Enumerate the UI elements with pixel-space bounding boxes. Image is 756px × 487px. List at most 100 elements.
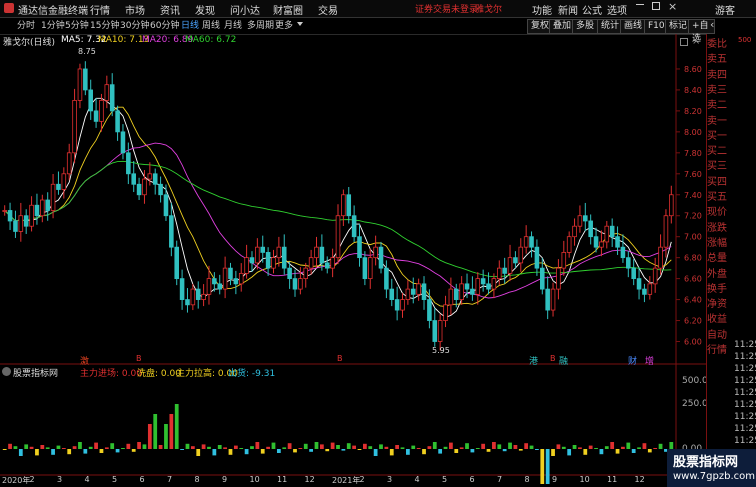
candle xyxy=(303,262,309,288)
indicator-bar xyxy=(56,445,61,449)
panel-close-icon[interactable]: × xyxy=(692,36,700,47)
quote-label: 买五 xyxy=(707,192,727,203)
date-tick-label: 5 xyxy=(112,475,118,484)
indicator-bar xyxy=(481,443,486,449)
indicator-bar xyxy=(637,447,641,449)
price-axis-labels: 8.60 8.40 8.20 8.00 7.80 7.60 7.40 7.20 7.00 6.80… xyxy=(684,65,702,347)
account-name: 雅戈尔 xyxy=(475,5,503,15)
menu-ask[interactable]: 问小达 xyxy=(230,2,260,17)
candle xyxy=(40,194,45,223)
low-price-mark: 5.95 xyxy=(432,346,450,355)
date-tick-label: 4 xyxy=(84,475,90,484)
event-mark[interactable]: B xyxy=(337,354,343,363)
indicator-bar xyxy=(502,449,507,452)
indicator-bar xyxy=(137,442,141,449)
menu-discover[interactable]: 发现 xyxy=(195,2,215,17)
indicator-bar xyxy=(8,443,12,449)
menu-market-quotes[interactable]: 行情 xyxy=(90,2,110,17)
close-icon[interactable]: × xyxy=(668,0,677,13)
candle xyxy=(556,259,561,300)
indicator-bar xyxy=(443,446,448,449)
indicator-axis-label: 500.0 xyxy=(682,376,708,386)
event-mark[interactable]: 融 xyxy=(559,354,568,367)
indicator-bar xyxy=(147,424,152,449)
candle xyxy=(281,234,287,275)
trade-time: 11:25 xyxy=(734,424,756,434)
indicator-bar xyxy=(330,442,335,449)
period-tab-weekly[interactable]: 周线 xyxy=(199,19,223,33)
period-tab-monthly[interactable]: 月线 xyxy=(221,19,245,33)
date-tick-label: 7 xyxy=(167,475,173,484)
login-notice[interactable]: 证券交易未登录 xyxy=(415,2,478,15)
indicator-bar xyxy=(352,445,357,449)
watermark-url: www.7gpzb.com xyxy=(673,471,755,482)
indicator-bar xyxy=(588,445,593,449)
draw-line-button[interactable]: 画线 xyxy=(620,19,647,34)
candle xyxy=(169,202,174,257)
period-tab-more[interactable]: 更多 xyxy=(272,19,296,33)
price-chart[interactable]: 8.60 8.40 8.20 8.00 7.80 7.60 7.40 7.20 7.00 6.80… xyxy=(0,34,706,487)
indicator-bar xyxy=(212,449,217,456)
indicator-bar xyxy=(432,442,437,449)
chevron-down-icon[interactable] xyxy=(297,22,303,26)
date-tick-label: 8 xyxy=(194,475,200,484)
indicator-bar xyxy=(653,448,658,449)
event-mark[interactable]: 港 xyxy=(529,354,538,367)
date-tick-label: 6 xyxy=(469,475,475,484)
quote-label: 买三 xyxy=(707,161,727,173)
back-arrow-icon[interactable]: ‹ xyxy=(710,18,714,31)
menu-news-tool[interactable]: 新闻 xyxy=(558,2,578,17)
minimize-icon[interactable] xyxy=(636,4,644,5)
candle xyxy=(647,276,653,300)
quote-label: 买四 xyxy=(707,176,727,188)
candle xyxy=(583,202,588,232)
ma60-label: MA60: 6.72 xyxy=(185,35,237,45)
event-mark[interactable]: B xyxy=(550,354,556,363)
menu-wealth[interactable]: 财富圈 xyxy=(273,2,303,17)
menu-news[interactable]: 资讯 xyxy=(160,2,180,17)
candle xyxy=(45,192,50,221)
indicator-bar xyxy=(99,449,104,453)
event-mark[interactable]: 增 xyxy=(645,354,654,367)
guest-label[interactable]: 游客 xyxy=(715,2,735,17)
indicator-name[interactable]: 股票指标网 xyxy=(13,366,58,379)
candle xyxy=(88,79,93,120)
period-tab-timeshare[interactable]: 分时 xyxy=(14,19,38,33)
candle xyxy=(577,205,583,233)
indicator-settings-icon[interactable] xyxy=(2,367,11,376)
event-mark[interactable]: 财 xyxy=(628,354,637,367)
candle xyxy=(475,272,481,305)
menu-trade[interactable]: 交易 xyxy=(318,2,338,17)
candle xyxy=(620,234,626,263)
indicator-bar xyxy=(422,449,426,455)
menu-functions[interactable]: 功能 xyxy=(532,2,552,17)
indicator-bar xyxy=(395,445,400,449)
indicator-bar xyxy=(72,446,77,449)
indicator-bar xyxy=(293,449,297,453)
quote-label: 现价 xyxy=(707,207,727,219)
menu-formula[interactable]: 公式 xyxy=(582,2,602,17)
indicator-field: 主力进场: 0.00 xyxy=(80,369,142,379)
candle xyxy=(394,286,400,321)
indicator-bar xyxy=(282,447,287,449)
multi-stock-button[interactable]: 多股 xyxy=(572,19,599,34)
maximize-icon[interactable] xyxy=(652,2,660,10)
indicator-bar xyxy=(658,443,663,449)
quote-label: 行情 xyxy=(707,345,727,356)
quote-label: 涨跌 xyxy=(707,222,727,234)
price-tick-label: 8.00 xyxy=(684,128,702,137)
candle xyxy=(185,288,190,313)
menu-options[interactable]: 选项 xyxy=(607,2,627,17)
indicator-bar xyxy=(40,445,45,449)
candle xyxy=(341,189,346,226)
menu-market[interactable]: 市场 xyxy=(125,2,145,17)
quote-label: 卖五 xyxy=(707,54,727,66)
candle xyxy=(378,241,384,274)
quote-label: 收益 xyxy=(707,314,727,326)
indicator-bar xyxy=(180,449,184,450)
date-tick-label: 2020年 xyxy=(2,476,31,485)
event-mark[interactable]: B xyxy=(136,354,142,363)
panel-maximize-icon[interactable] xyxy=(680,38,688,46)
candle xyxy=(588,214,593,245)
indicator-bar xyxy=(551,449,555,456)
